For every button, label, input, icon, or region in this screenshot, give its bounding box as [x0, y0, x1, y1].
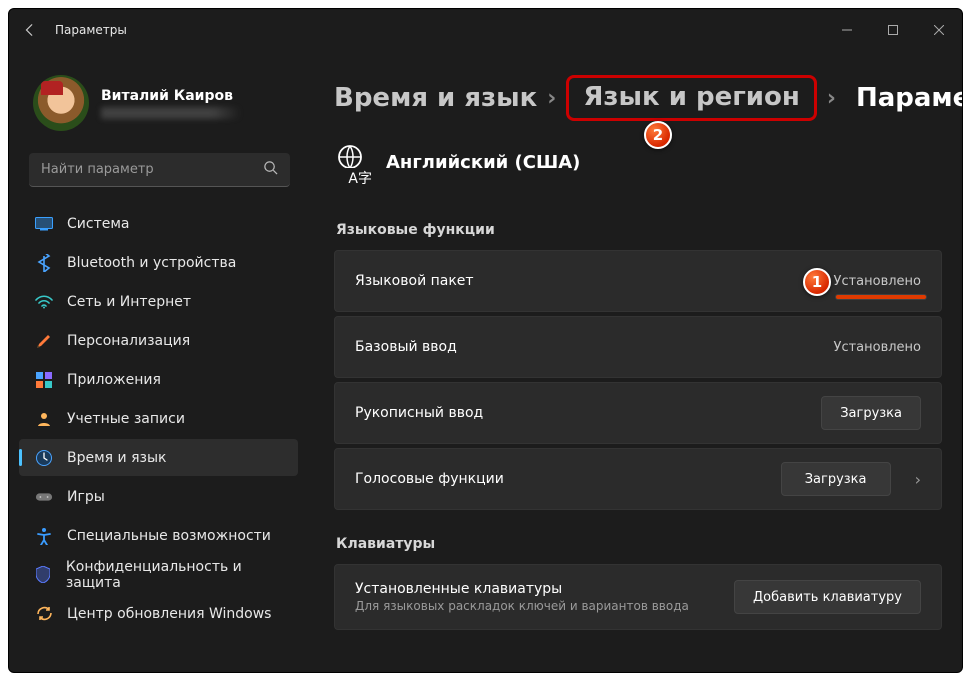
sidebar-item-personalization[interactable]: Персонализация [19, 322, 298, 359]
shield-icon [35, 566, 52, 584]
brush-icon [35, 332, 53, 350]
main-content: Время и язык › Язык и регион › Параметры… [304, 51, 962, 672]
keyboards-title: Установленные клавиатуры [355, 581, 718, 597]
section-title-keyboards: Клавиатуры [336, 536, 962, 552]
search-box[interactable] [29, 153, 290, 187]
sidebar-item-privacy[interactable]: Конфиденциальность и защита [19, 556, 298, 593]
breadcrumb: Время и язык › Язык и регион › Параметры… [334, 75, 962, 121]
feature-label: Рукописный ввод [355, 405, 805, 421]
person-icon [35, 410, 53, 428]
sidebar-item-gaming[interactable]: Игры [19, 478, 298, 515]
annotation-highlight-box: Язык и регион [566, 75, 816, 121]
annotation-underline [836, 295, 926, 299]
chevron-right-icon: › [547, 86, 556, 111]
feature-label: Базовый ввод [355, 339, 818, 355]
sidebar-item-bluetooth[interactable]: Bluetooth и устройства [19, 244, 298, 281]
annotation-marker-1: 1 [803, 268, 831, 296]
sidebar-item-network[interactable]: Сеть и Интернет [19, 283, 298, 320]
wifi-icon [35, 293, 53, 311]
features-list: Языковой пакет Установлено 1 Базовый вво… [334, 250, 962, 510]
download-button[interactable]: Загрузка [781, 462, 891, 496]
sidebar-item-label: Учетные записи [67, 411, 185, 427]
sidebar-item-accounts[interactable]: Учетные записи [19, 400, 298, 437]
nav-list: Система Bluetooth и устройства Сеть и Ин… [19, 205, 304, 632]
sidebar-item-time-language[interactable]: Время и язык [19, 439, 298, 476]
sidebar-item-label: Время и язык [67, 450, 166, 466]
user-email-blurred [101, 107, 241, 119]
feature-row-basic-typing[interactable]: Базовый ввод Установлено [334, 316, 942, 378]
minimize-icon [842, 25, 852, 35]
feature-status: Установлено [834, 274, 921, 289]
update-icon [35, 605, 53, 623]
keyboards-label: Установленные клавиатуры Для языковых ра… [355, 581, 718, 613]
sidebar-item-label: Система [67, 216, 129, 232]
feature-row-speech[interactable]: Голосовые функции Загрузка › [334, 448, 942, 510]
titlebar: Параметры [9, 9, 962, 51]
download-button[interactable]: Загрузка [821, 396, 921, 430]
avatar [33, 75, 89, 131]
sidebar-item-accessibility[interactable]: Специальные возможности [19, 517, 298, 554]
sidebar-item-label: Персонализация [67, 333, 190, 349]
sidebar-item-windows-update[interactable]: Центр обновления Windows [19, 595, 298, 632]
breadcrumb-item-3: Параметры [846, 81, 962, 115]
chevron-right-icon: › [827, 86, 836, 111]
username: Виталий Каиров [101, 88, 241, 104]
system-icon [35, 215, 53, 233]
sidebar-item-label: Центр обновления Windows [67, 606, 271, 622]
breadcrumb-item-2[interactable]: Язык и регион [583, 82, 799, 112]
back-button[interactable] [9, 23, 51, 37]
close-button[interactable] [916, 9, 962, 51]
feature-row-language-pack[interactable]: Языковой пакет Установлено 1 [334, 250, 942, 312]
clock-globe-icon [35, 449, 53, 467]
maximize-button[interactable] [870, 9, 916, 51]
settings-window: Параметры Виталий Каиров [8, 8, 963, 673]
keyboards-list: Установленные клавиатуры Для языковых ра… [334, 564, 962, 630]
maximize-icon [888, 25, 898, 35]
language-header: A字 Английский (США) [336, 143, 962, 182]
games-icon [35, 488, 53, 506]
app-title: Параметры [51, 23, 127, 37]
minimize-button[interactable] [824, 9, 870, 51]
search-icon [251, 160, 290, 179]
language-globe-icon: A字 [336, 143, 368, 182]
window-controls [824, 9, 962, 51]
search-input[interactable] [29, 162, 251, 177]
sidebar: Виталий Каиров Система [9, 51, 304, 672]
close-icon [934, 25, 944, 35]
feature-label: Голосовые функции [355, 471, 765, 487]
section-title-features: Языковые функции [336, 222, 962, 238]
chevron-right-icon: › [915, 470, 921, 489]
breadcrumb-item-1[interactable]: Время и язык [334, 83, 537, 113]
feature-status: Установлено [834, 340, 921, 355]
feature-row-handwriting[interactable]: Рукописный ввод Загрузка [334, 382, 942, 444]
bluetooth-icon [35, 254, 53, 272]
sidebar-item-apps[interactable]: Приложения [19, 361, 298, 398]
sidebar-item-label: Игры [67, 489, 105, 505]
sidebar-item-label: Приложения [67, 372, 161, 388]
add-keyboard-button[interactable]: Добавить клавиатуру [734, 580, 921, 614]
window-body: Виталий Каиров Система [9, 51, 962, 672]
sidebar-item-label: Конфиденциальность и защита [66, 559, 286, 591]
language-name: Английский (США) [386, 152, 580, 173]
sidebar-item-label: Специальные возможности [67, 528, 271, 544]
sidebar-item-label: Сеть и Интернет [67, 294, 191, 310]
sidebar-item-system[interactable]: Система [19, 205, 298, 242]
arrow-left-icon [23, 23, 37, 37]
keyboards-row[interactable]: Установленные клавиатуры Для языковых ра… [334, 564, 942, 630]
accessibility-icon [35, 527, 53, 545]
feature-label: Языковой пакет [355, 273, 818, 289]
sidebar-item-label: Bluetooth и устройства [67, 255, 236, 271]
annotation-marker-2: 2 [644, 121, 672, 149]
profile-text: Виталий Каиров [101, 88, 241, 119]
profile-block[interactable]: Виталий Каиров [19, 61, 304, 153]
apps-icon [35, 371, 53, 389]
keyboards-subtitle: Для языковых раскладок ключей и варианто… [355, 599, 718, 613]
